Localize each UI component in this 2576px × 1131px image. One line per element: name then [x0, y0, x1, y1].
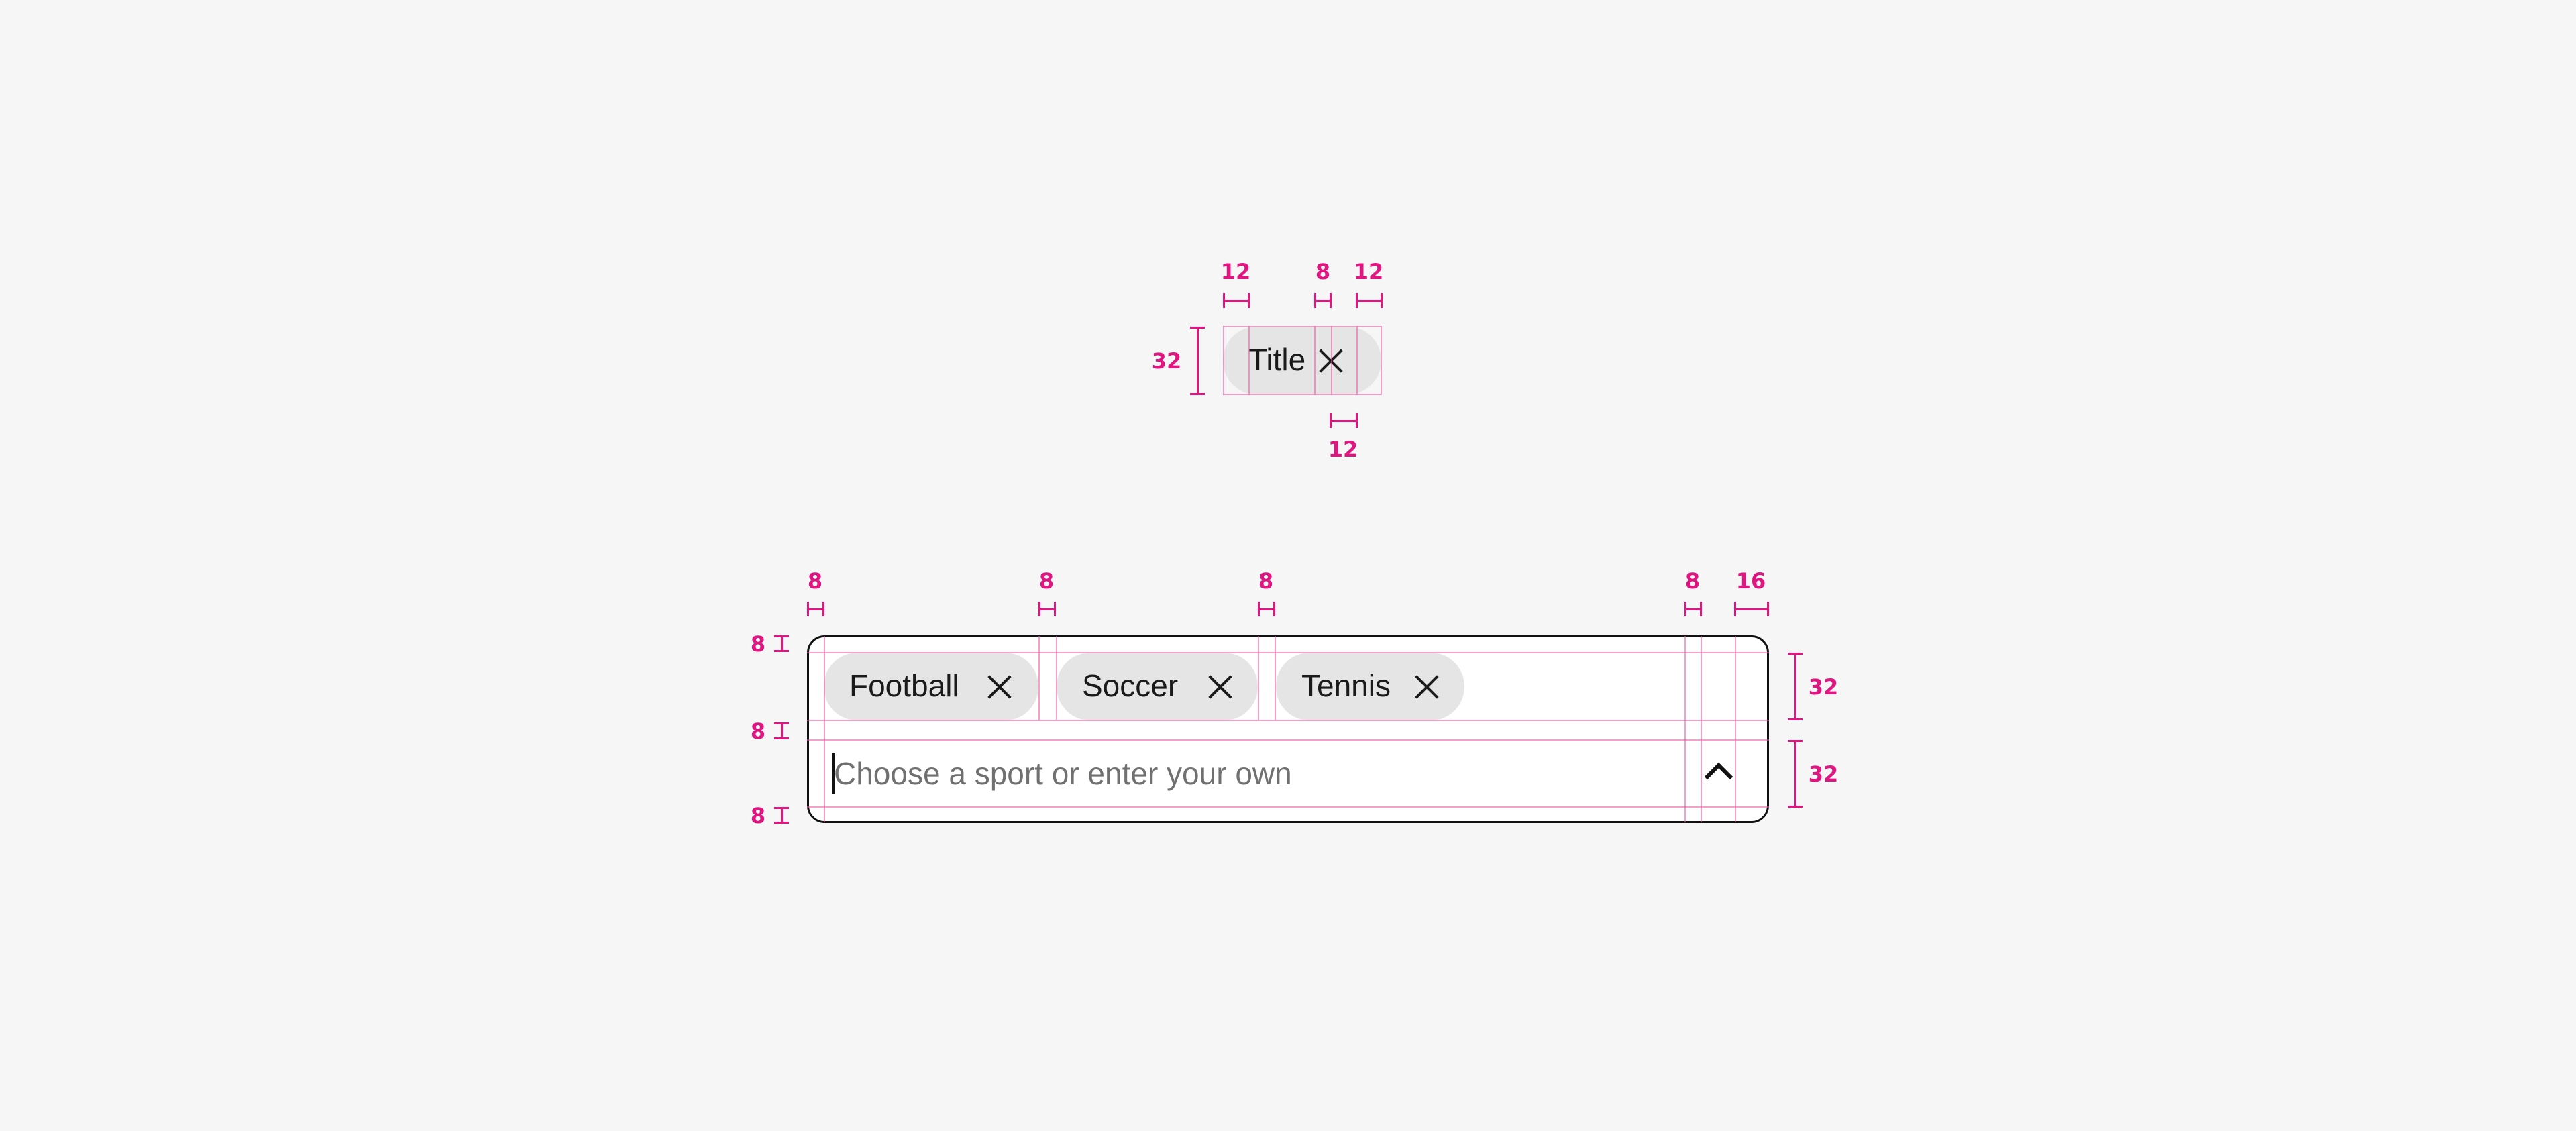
search-input[interactable]: Choose a sport or enter your own — [834, 755, 1292, 792]
guide-line — [824, 636, 825, 822]
measure-bracket-top-padding — [774, 635, 789, 652]
guide-line — [1275, 636, 1276, 720]
guide-line — [1356, 326, 1358, 395]
measure-label-bottom-padding: 8 — [750, 803, 766, 828]
measure-label-chip-row-height: 32 — [1808, 674, 1839, 700]
chip-label: Football — [849, 668, 959, 703]
guide-line — [1735, 636, 1736, 822]
measure-bracket-chip-height — [1190, 327, 1205, 395]
measure-bracket-bottom-padding — [774, 807, 789, 824]
measure-label-icon-gap: 8 — [1684, 568, 1701, 594]
chip-soccer[interactable]: Soccer — [1057, 653, 1258, 720]
measure-bracket-row-gap — [774, 722, 789, 739]
measure-label-right-padding: 16 — [1735, 568, 1766, 594]
measure-label-input-row-height: 32 — [1808, 761, 1839, 787]
measure-bracket-chip-row-height — [1788, 653, 1803, 720]
measure-bracket-leading-padding — [1223, 293, 1250, 308]
close-icon[interactable] — [1208, 675, 1232, 699]
measure-label-chip-gap-1: 8 — [1038, 568, 1055, 594]
measure-bracket-left-padding — [807, 602, 824, 616]
chip-label: Tennis — [1301, 668, 1391, 703]
measure-label-chip-height: 32 — [1151, 348, 1182, 374]
guide-line — [807, 720, 1769, 721]
measure-bracket-chip-gap-1 — [1038, 602, 1056, 616]
measure-label-chip-gap-2: 8 — [1258, 568, 1274, 594]
measure-bracket-right-padding — [1734, 602, 1769, 616]
close-icon[interactable] — [987, 675, 1012, 699]
guide-line — [807, 652, 1769, 653]
measure-label-row-gap: 8 — [750, 718, 766, 744]
chip-football[interactable]: Football — [824, 653, 1038, 720]
measure-bracket-icon-gap — [1314, 293, 1332, 308]
guide-line — [1248, 326, 1250, 395]
guide-line — [1331, 326, 1332, 395]
measure-bracket-icon-size — [1330, 413, 1358, 428]
measure-label-icon-gap: 8 — [1315, 259, 1331, 284]
measure-label-top-padding: 8 — [750, 631, 766, 657]
guide-line — [1223, 326, 1224, 395]
measure-label-icon-size: 12 — [1328, 437, 1358, 462]
measure-label-leading-padding: 12 — [1220, 259, 1251, 284]
guide-line — [1038, 636, 1040, 720]
guide-line — [1314, 326, 1316, 395]
chip-label: Soccer — [1082, 668, 1179, 703]
measure-bracket-icon-gap — [1684, 602, 1702, 616]
guide-line — [1056, 636, 1057, 720]
guide-line — [1258, 636, 1259, 720]
measure-bracket-chip-gap-2 — [1258, 602, 1275, 616]
guide-line — [1684, 636, 1686, 822]
measure-bracket-trailing-padding — [1356, 293, 1383, 308]
guide-line — [1381, 326, 1382, 395]
measure-label-left-padding: 8 — [807, 568, 823, 594]
close-icon[interactable] — [1415, 675, 1439, 699]
guide-line — [1701, 636, 1702, 822]
guide-line — [807, 739, 1769, 741]
guide-line — [807, 806, 1769, 808]
chip-tennis[interactable]: Tennis — [1276, 653, 1464, 720]
chip-title: Title — [1248, 342, 1306, 377]
measure-label-trailing-padding: 12 — [1353, 259, 1384, 284]
measure-bracket-input-row-height — [1788, 740, 1803, 808]
